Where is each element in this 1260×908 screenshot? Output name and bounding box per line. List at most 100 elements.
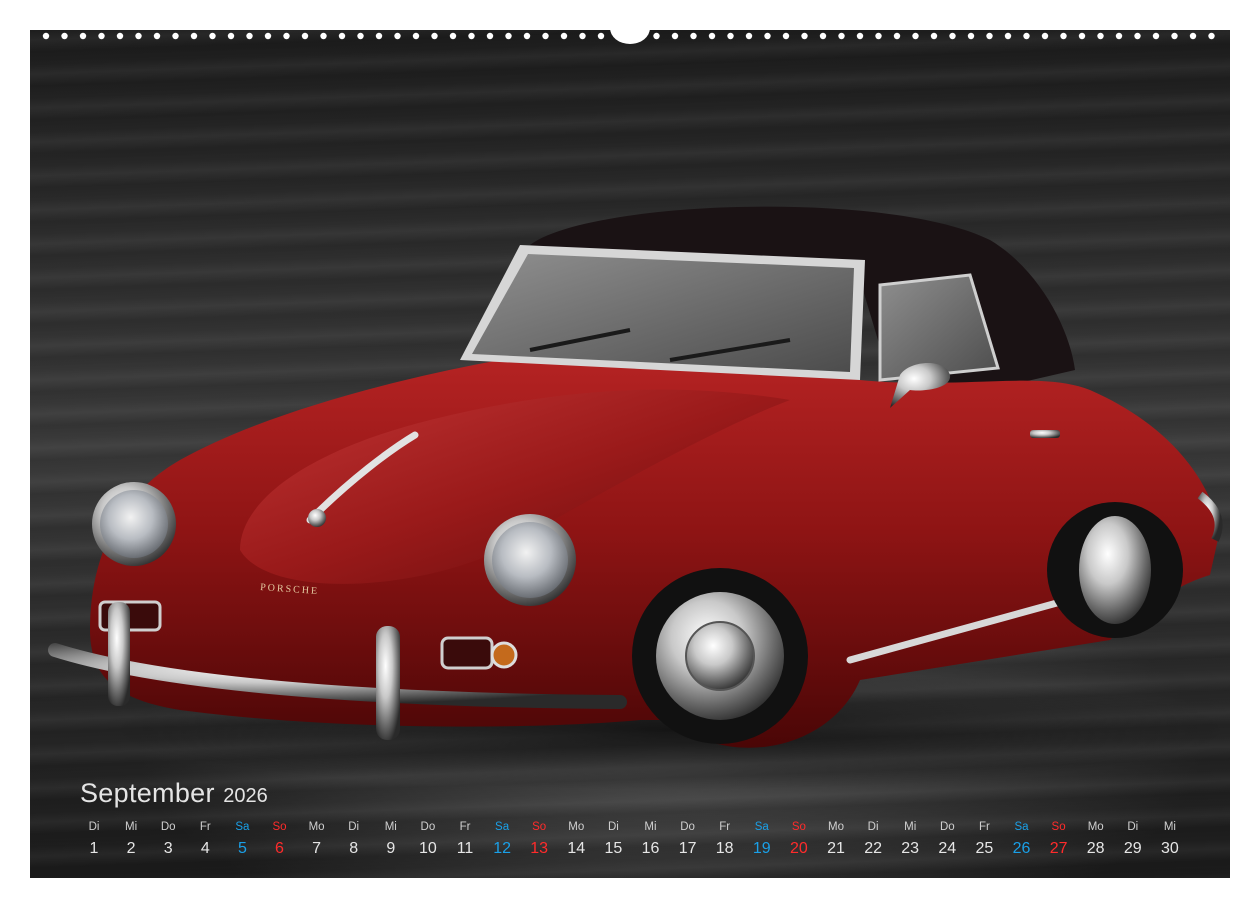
binding-hole [1041,32,1049,40]
binding-hole [597,32,605,40]
binding-hole [875,32,882,40]
weekday-label: Mo [308,821,325,833]
day-cell: Sa 26 [1007,818,1037,862]
binding-hole [394,32,401,40]
day-number: 28 [1086,840,1105,857]
spiral-binding [30,28,1230,46]
day-number: 5 [237,840,247,857]
weekday-label: Do [939,821,955,833]
weekday-label: Do [680,821,695,833]
front-hubcap [685,621,755,691]
day-cell: Di 8 [339,818,369,862]
headlight-right-icon [492,522,568,598]
day-number: 6 [275,840,284,857]
binding-hole [1115,32,1123,40]
day-number: 18 [715,840,734,857]
binding-hole [61,32,68,40]
month-calendar: September 2026 Di 1 Mi 2 Do 3 Fr 4 Sa 5 So 6 Mo 7 Di 8 M… [80,778,1200,868]
binding-hole [727,32,734,40]
weekday-label: Sa [235,821,250,833]
binding-hole [264,32,272,40]
day-number: 22 [864,840,882,857]
day-number: 11 [456,840,474,857]
weekday-label: Mo [828,821,844,833]
weekday-label: So [272,821,287,833]
binding-hole [1023,32,1030,40]
binding-hole [764,32,771,40]
binding-hole [1004,32,1012,40]
day-cell: Do 3 [153,818,183,862]
day-number: 24 [938,840,957,857]
binding-hole [412,32,420,40]
binding-hole [782,32,790,40]
binding-hole [431,32,438,40]
binding-hole [449,32,457,40]
weekday-label: Sa [754,821,769,833]
weekday-label: Sa [1014,821,1029,833]
binding-hole [135,32,142,40]
hood-crest-icon [308,509,326,527]
binding-hole [579,32,586,40]
day-number: 4 [200,840,210,857]
day-cell: Di 15 [598,818,628,862]
binding-hole [949,32,956,40]
day-cell: So 13 [524,818,554,862]
day-cell: Do 24 [932,818,962,862]
weekday-label: So [532,821,547,833]
binding-hole [42,32,50,40]
binding-hole [98,32,105,40]
binding-hole [246,32,253,40]
binding-hole [320,32,327,40]
weekday-label: Di [867,821,879,833]
day-grid: Di 1 Mi 2 Do 3 Fr 4 Sa 5 So 6 Mo 7 Di 8 Mi 9 Do 10 Fr 11 Sa 12 S… [80,818,1200,862]
binding-hole [986,32,993,40]
rear-wheel-rim-icon [1079,516,1151,624]
weekday-label: So [1051,821,1066,833]
binding-hole [930,32,938,40]
day-cell: Mi 23 [895,818,925,862]
binding-hole [338,32,346,40]
binding-hole [542,32,549,40]
calendar-page: PORSCHE September 2026 Di 1 Mi 2 Do 3 Fr 4 Sa 5 So… [30,30,1230,878]
day-number: 30 [1160,840,1179,857]
windshield-glass [472,254,854,372]
binding-hole [190,32,198,40]
binding-hole [1134,32,1141,40]
headlight-left-icon [100,490,168,558]
weekday-label: Mo [1087,821,1104,833]
binding-hole [653,32,660,40]
day-cell: Fr 4 [190,818,220,862]
day-cell: Di 22 [858,818,888,862]
binding-hole [116,32,124,40]
day-cell: Mi 2 [116,818,146,862]
weekday-label: Di [348,821,360,833]
day-cell: Fr 25 [969,818,999,862]
binding-hole [1189,32,1197,40]
car-photo: PORSCHE [48,206,1230,790]
weekday-label: Fr [978,821,990,833]
weekday-label: Fr [459,821,471,833]
day-cell: Di 1 [79,818,109,862]
binding-hole [893,32,901,40]
weekday-label: Sa [495,821,510,833]
day-number: 8 [349,840,359,857]
weekday-label: Mi [384,821,397,833]
month-title: September 2026 [80,778,268,812]
day-cell: Sa 19 [747,818,777,862]
binding-hole [486,32,494,40]
binding-hole [801,32,808,40]
weekday-label: Mi [904,821,917,833]
binding-hole [856,32,864,40]
binding-hole [301,32,309,40]
binding-hole [79,32,87,40]
binding-hole [690,32,697,40]
hanger-hook [610,28,650,44]
weekday-label: Fr [199,821,211,833]
binding-hole [172,32,179,40]
day-number: 14 [567,840,586,857]
day-cell: Sa 5 [227,818,257,862]
weekday-label: Mi [1163,821,1176,833]
day-number: 3 [163,840,173,857]
weekday-label: Di [607,821,619,833]
binding-hole [838,32,845,40]
